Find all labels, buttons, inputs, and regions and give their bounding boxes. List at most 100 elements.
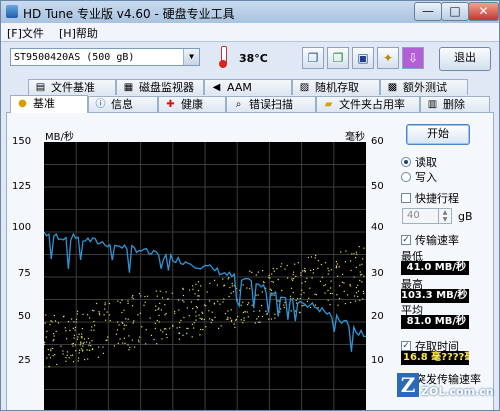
access-time-point (160, 309, 162, 311)
tab-error-scan[interactable]: ⌕ 错误扫描 (226, 96, 316, 112)
maximize-button[interactable]: □ (441, 2, 469, 21)
access-time-point (272, 267, 274, 270)
tab-health[interactable]: ✚ 健康 (158, 96, 226, 112)
tab-info[interactable]: ⓘ 信息 (88, 96, 158, 112)
access-time-point (102, 346, 104, 348)
start-button[interactable]: 开始 (406, 124, 470, 145)
access-time-checkbox[interactable]: ✓ (401, 341, 411, 351)
access-time-point (62, 316, 65, 318)
exit-button[interactable]: 退出 (439, 47, 491, 71)
access-time-point (306, 300, 309, 302)
access-time-point (161, 338, 163, 340)
access-time-point (276, 268, 278, 270)
access-time-point (362, 298, 364, 300)
access-time-point (117, 300, 119, 302)
access-time-point (249, 270, 251, 272)
transfer-rate-checkbox[interactable]: ✓ (401, 235, 411, 245)
access-time-point (161, 297, 164, 299)
access-time-point (255, 274, 257, 276)
access-time-point (198, 314, 200, 316)
access-time-point (132, 295, 134, 297)
access-time-point (304, 267, 306, 269)
access-time-point (191, 336, 193, 338)
access-time-point (180, 319, 182, 321)
access-time-point (93, 329, 95, 331)
access-time-point (244, 310, 246, 313)
access-time-point (105, 339, 107, 341)
spinner-arrows-icon[interactable]: ▲ ▼ (438, 209, 451, 223)
access-time-point (353, 295, 356, 297)
access-time-point (257, 271, 259, 273)
tab-file-benchmark[interactable]: ▤ 文件基准 (28, 79, 116, 95)
access-time-point (359, 279, 361, 281)
options-icon[interactable]: ✦ (377, 47, 399, 69)
write-radio[interactable] (401, 172, 411, 182)
download-icon[interactable]: ⇩ (402, 47, 424, 69)
tab-aam[interactable]: ◀ AAM (204, 79, 292, 95)
access-time-point (174, 312, 176, 314)
access-time-point (74, 326, 77, 328)
tab-disk-monitor[interactable]: ▦ 磁盘监视器 (116, 79, 204, 95)
access-time-point (54, 354, 56, 356)
access-time-point (78, 333, 80, 335)
access-time-point (178, 309, 180, 311)
access-time-point (203, 304, 206, 306)
access-time-point (269, 288, 271, 290)
avg-value: 81.0 MB/秒 (401, 315, 469, 329)
access-time-point (271, 280, 273, 283)
access-time-point (89, 317, 91, 319)
tab-folder-usage[interactable]: ▰ 文件夹占用率 (316, 96, 420, 112)
access-time-point (119, 302, 121, 304)
menu-file[interactable]: [F]文件 (7, 25, 44, 41)
short-stroke-checkbox[interactable] (401, 193, 411, 203)
folder-icon: ▰ (324, 99, 333, 110)
access-time-point (62, 350, 64, 352)
y-right-axis-label: 毫秒 (345, 132, 365, 143)
short-stroke-spinner[interactable]: 40 ▲ ▼ (402, 208, 452, 224)
close-button[interactable]: ✕ (468, 2, 499, 21)
access-time-point (192, 285, 194, 287)
access-time-point (153, 338, 155, 341)
chevron-down-icon[interactable]: ▼ (183, 49, 199, 65)
access-time-point (359, 274, 362, 276)
tests-icon: ▩ (387, 82, 398, 93)
access-time-point (182, 294, 184, 297)
access-time-point (337, 275, 339, 277)
access-time-point (337, 304, 339, 306)
access-time-point (315, 294, 317, 296)
access-time-point (176, 327, 178, 329)
access-time-point (363, 292, 365, 294)
copy-info-icon[interactable]: ❐ (302, 47, 324, 69)
menu-help[interactable]: [H]帮助 (59, 25, 98, 41)
access-time-point (211, 319, 214, 321)
tab-erase[interactable]: ▥ 删除 (420, 96, 490, 112)
access-time-point (79, 344, 81, 346)
access-time-point (254, 322, 256, 324)
access-time-point (257, 316, 260, 318)
copy-screenshot-icon[interactable]: ❐ (327, 47, 349, 69)
minimize-button[interactable]: — (414, 2, 442, 21)
access-time-point (329, 303, 331, 306)
access-time-point (104, 308, 106, 310)
tab-random-access[interactable]: ▨ 随机存取 (292, 79, 380, 95)
access-time-point (347, 294, 349, 296)
access-time-point (350, 269, 352, 272)
access-time-point (72, 361, 75, 363)
access-time-point (304, 281, 306, 283)
tab-benchmark[interactable]: ● 基准 (10, 95, 88, 113)
access-time-point (159, 302, 161, 304)
drive-select[interactable]: ST9500420AS (500 gB) ▼ (10, 48, 200, 66)
access-time-point (82, 345, 84, 347)
access-time-point (248, 302, 250, 304)
access-time-point (261, 315, 264, 318)
read-radio[interactable] (401, 157, 411, 167)
access-time-point (193, 327, 195, 329)
access-time-point (361, 273, 363, 275)
access-time-point (183, 316, 185, 319)
save-icon[interactable]: ▣ (352, 47, 374, 69)
health-cross-icon: ✚ (166, 99, 175, 110)
tab-extra-tests[interactable]: ▩ 额外测试 (380, 79, 468, 95)
access-time-point (133, 320, 135, 322)
access-time-point (310, 256, 312, 258)
access-time-point (123, 309, 125, 311)
